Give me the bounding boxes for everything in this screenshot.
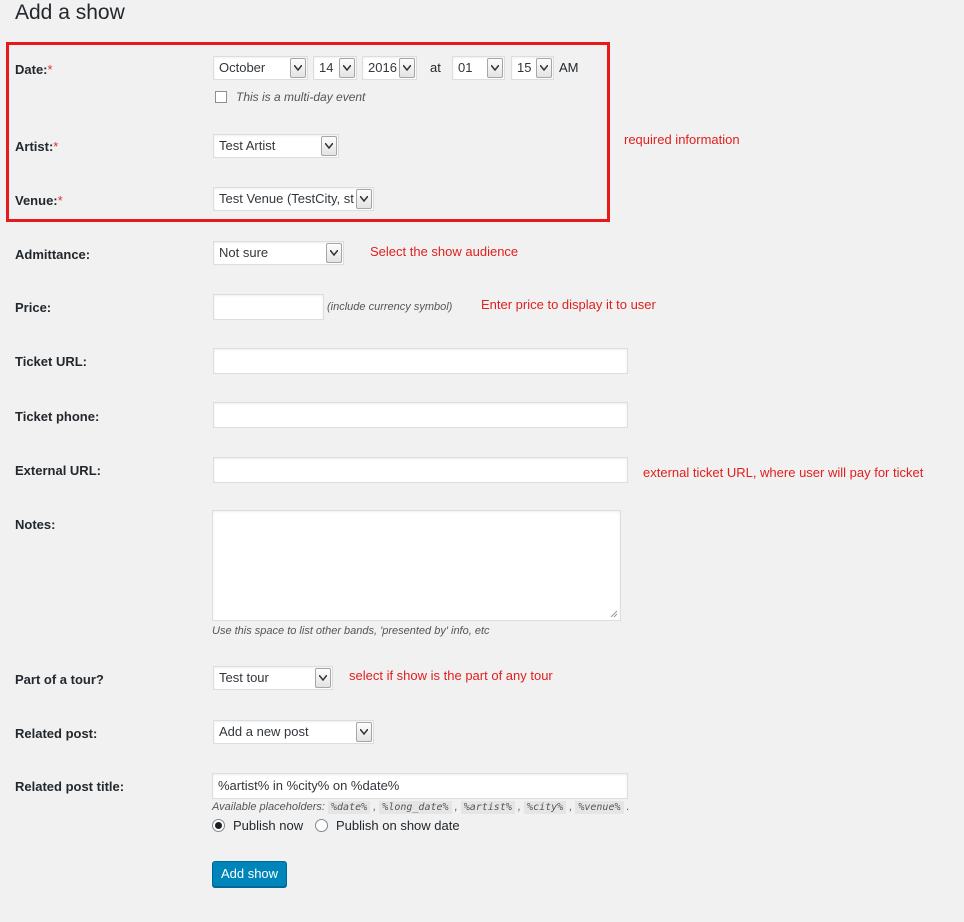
placeholder-code: %date% [328, 801, 371, 814]
required-asterisk: * [53, 139, 59, 154]
chevron-down-icon [356, 189, 372, 209]
venue-select[interactable]: Test Venue (TestCity, st [213, 187, 374, 211]
multi-day-checkbox[interactable] [215, 91, 227, 103]
publish-now-radio[interactable] [212, 819, 225, 832]
venue-value: Test Venue (TestCity, st [219, 191, 354, 206]
price-hint: (include currency symbol) [327, 301, 453, 313]
placeholder-code: %city% [524, 801, 567, 814]
ticket-url-label: Ticket URL: [15, 354, 87, 369]
venue-label: Venue:* [15, 193, 63, 208]
publish-now-label[interactable]: Publish now [233, 818, 303, 833]
chevron-down-icon [356, 722, 372, 742]
chevron-down-icon [536, 58, 552, 78]
related-post-value: Add a new post [219, 724, 309, 739]
artist-label: Artist:* [15, 139, 58, 154]
ticket-phone-input[interactable] [213, 402, 628, 428]
price-label: Price: [15, 300, 52, 315]
artist-select[interactable]: Test Artist [213, 134, 339, 158]
notes-hint: Use this space to list other bands, 'pre… [212, 625, 490, 637]
date-month-value: October [219, 60, 266, 75]
time-minute-value: 15 [517, 60, 532, 75]
date-at-label: at [430, 60, 441, 75]
date-label-text: Date: [15, 62, 48, 77]
tour-select[interactable]: Test tour [213, 666, 333, 690]
placeholders-label: Available placeholders: [212, 801, 325, 813]
date-day-select[interactable]: 14 [313, 56, 357, 80]
resize-handle-icon[interactable] [610, 610, 618, 618]
chevron-down-icon [315, 668, 331, 688]
placeholder-code: %venue% [575, 801, 624, 814]
placeholder-code: %long_date% [379, 801, 452, 814]
publish-on-show-date-radio[interactable] [315, 819, 328, 832]
chevron-down-icon [399, 58, 415, 78]
price-input[interactable] [213, 294, 324, 320]
external-url-label: External URL: [15, 463, 101, 478]
date-label: Date:* [15, 62, 53, 77]
ticket-url-input[interactable] [213, 348, 628, 374]
admittance-label: Admittance: [15, 247, 91, 262]
time-minute-select[interactable]: 15 [511, 56, 554, 80]
related-post-label: Related post: [15, 726, 98, 741]
admittance-value: Not sure [219, 245, 269, 260]
admittance-select[interactable]: Not sure [213, 241, 344, 265]
related-post-select[interactable]: Add a new post [213, 720, 374, 744]
annotation-required: required information [624, 132, 740, 147]
chevron-down-icon [290, 58, 306, 78]
notes-textarea[interactable] [212, 510, 621, 621]
add-show-button[interactable]: Add show [212, 861, 287, 887]
page-title: Add a show [15, 1, 125, 24]
chevron-down-icon [326, 243, 342, 263]
external-url-input[interactable] [213, 457, 628, 483]
venue-label-text: Venue: [15, 193, 58, 208]
placeholder-code: %artist% [460, 801, 515, 814]
chevron-down-icon [487, 58, 503, 78]
time-ampm-label: AM [559, 60, 579, 75]
tour-label: Part of a tour? [15, 672, 104, 687]
date-year-select[interactable]: 2016 [362, 56, 417, 80]
annotation-price: Enter price to display it to user [481, 297, 656, 312]
annotation-admittance: Select the show audience [370, 244, 519, 259]
chevron-down-icon [339, 58, 355, 78]
ticket-phone-label: Ticket phone: [15, 409, 100, 424]
artist-label-text: Artist: [15, 139, 54, 154]
annotation-external-url: external ticket URL, where user will pay… [643, 465, 924, 480]
related-post-title-input[interactable]: %artist% in %city% on %date% [212, 773, 628, 799]
radio-selected-dot [215, 822, 222, 829]
time-hour-select[interactable]: 01 [452, 56, 505, 80]
artist-value: Test Artist [219, 138, 276, 153]
time-hour-value: 01 [458, 60, 473, 75]
date-day-value: 14 [319, 60, 334, 75]
placeholders-line: Available placeholders: %date% , %long_d… [212, 801, 630, 814]
required-asterisk: * [47, 62, 53, 77]
chevron-down-icon [321, 136, 337, 156]
required-asterisk: * [57, 193, 63, 208]
publish-on-show-date-label[interactable]: Publish on show date [336, 818, 460, 833]
tour-value: Test tour [219, 670, 269, 685]
notes-label: Notes: [15, 517, 56, 532]
date-month-select[interactable]: October [213, 56, 308, 80]
related-post-title-label: Related post title: [15, 779, 125, 794]
annotation-tour: select if show is the part of any tour [349, 668, 553, 683]
multi-day-label: This is a multi-day event [236, 90, 366, 104]
date-year-value: 2016 [368, 60, 397, 75]
